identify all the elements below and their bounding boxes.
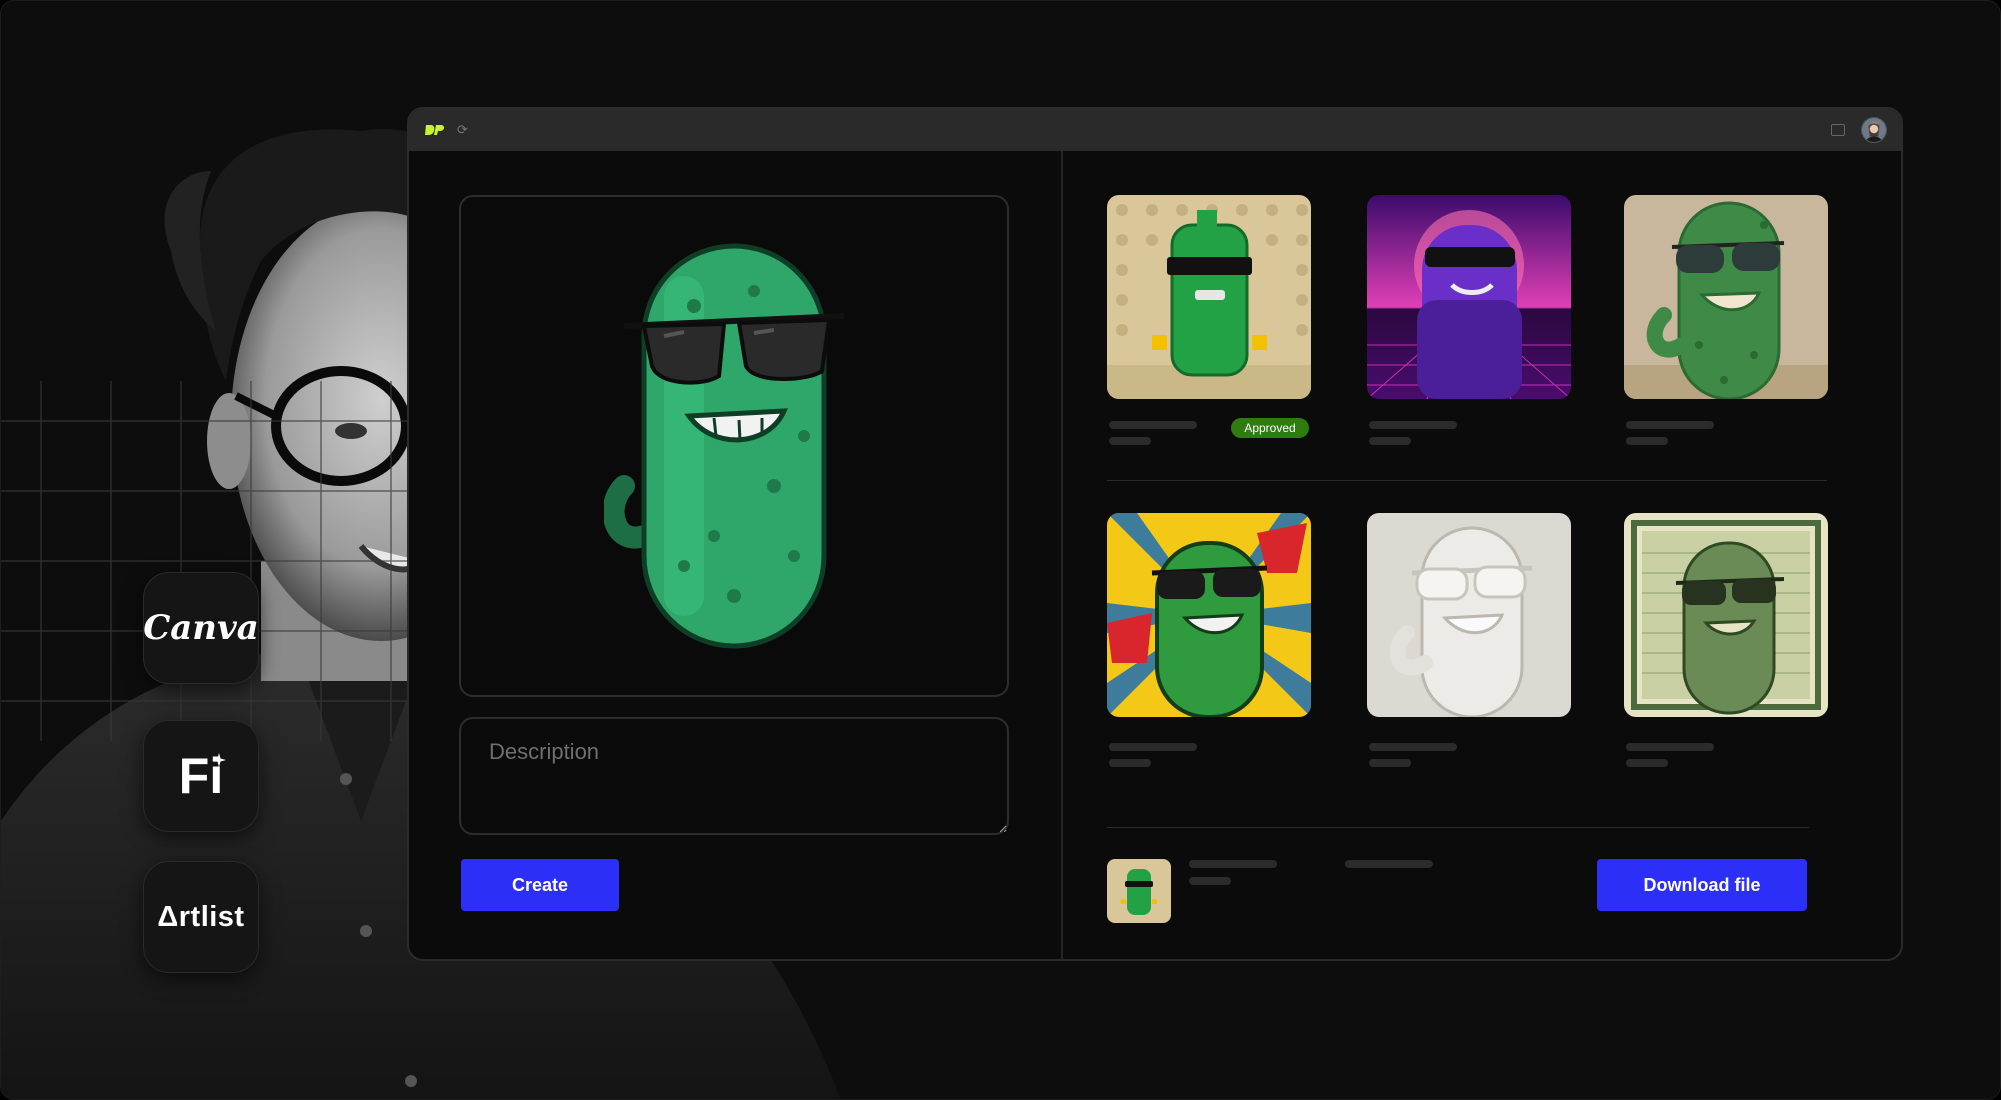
meta-subtitle-placeholder (1109, 437, 1151, 445)
file-name-placeholder (1189, 860, 1277, 868)
meta-subtitle-placeholder (1626, 437, 1668, 445)
approved-badge: Approved (1231, 418, 1309, 438)
meta-subtitle-placeholder (1626, 759, 1668, 767)
dp-logo-icon[interactable] (425, 123, 445, 137)
meta-title-placeholder (1369, 421, 1457, 429)
canva-logo: Canva (143, 608, 259, 648)
gallery-item-clay[interactable] (1624, 195, 1828, 399)
footer-divider (1107, 827, 1809, 828)
gallery-item-engraving[interactable] (1624, 513, 1828, 717)
user-avatar[interactable] (1861, 117, 1887, 143)
gallery-item-marble[interactable] (1367, 513, 1571, 717)
file-meta-placeholder (1345, 860, 1433, 868)
file-size-placeholder (1189, 877, 1231, 885)
panel-divider (1061, 151, 1063, 959)
gallery-item-comic[interactable] (1107, 513, 1311, 717)
description-input[interactable] (459, 717, 1009, 835)
gallery-item-lego[interactable] (1107, 195, 1311, 399)
gallery-row-divider (1107, 480, 1827, 481)
create-button[interactable]: Create (461, 859, 619, 911)
layout-icon[interactable] (1831, 124, 1845, 136)
gallery-item-synthwave[interactable] (1367, 195, 1571, 399)
artlist-logo: Δrtlist (157, 900, 245, 933)
titlebar-actions (1831, 117, 1887, 143)
fi-logo-tile[interactable]: Fi (143, 720, 259, 832)
meta-subtitle-placeholder (1109, 759, 1151, 767)
meta-subtitle-placeholder (1369, 759, 1411, 767)
meta-title-placeholder (1109, 743, 1197, 751)
meta-subtitle-placeholder (1369, 437, 1411, 445)
selected-thumbnail[interactable] (1107, 859, 1171, 923)
grid-pattern (1, 381, 421, 741)
artlist-logo-tile[interactable]: Δrtlist (143, 861, 259, 973)
meta-title-placeholder (1369, 743, 1457, 751)
meta-title-placeholder (1109, 421, 1197, 429)
reload-icon[interactable]: ⟳ (457, 123, 471, 137)
meta-title-placeholder (1626, 743, 1714, 751)
sparkle-icon (212, 753, 226, 767)
meta-title-placeholder (1626, 421, 1714, 429)
titlebar: ⟳ (409, 109, 1901, 151)
pickle-character-image (604, 243, 845, 649)
canva-logo-tile[interactable]: Canva (143, 572, 259, 684)
stage: Canva Fi Δrtlist ⟳ Description Create Ap… (0, 0, 2001, 1100)
app-window: ⟳ Description Create Approved Download f… (407, 107, 1903, 961)
image-preview (459, 195, 1009, 697)
download-file-button[interactable]: Download file (1597, 859, 1807, 911)
